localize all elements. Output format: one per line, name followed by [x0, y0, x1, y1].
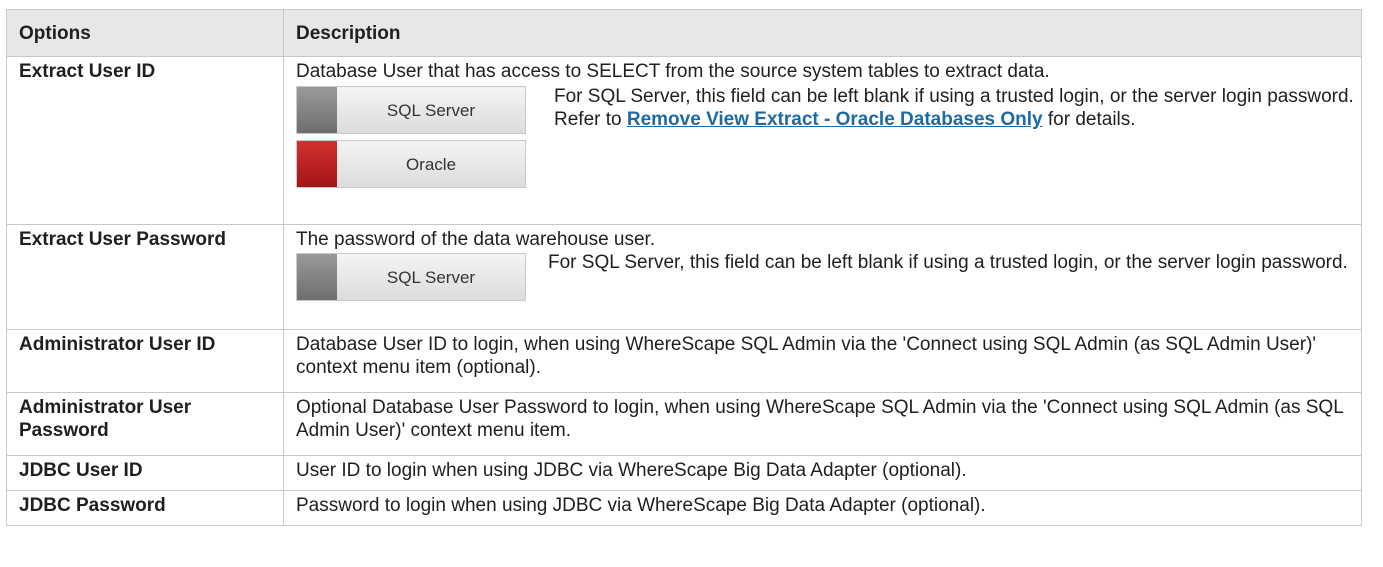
table-row: Administrator User ID Database User ID t… — [6, 329, 1362, 393]
table-row: JDBC User ID User ID to login when using… — [6, 455, 1362, 491]
description-administrator-user-password: Optional Database User Password to login… — [283, 392, 1362, 456]
option-jdbc-user-id: JDBC User ID — [6, 455, 284, 491]
oracle-note: Refer to Remove View Extract - Oracle Da… — [554, 108, 1355, 131]
header-options: Options — [6, 9, 284, 57]
table-row: JDBC Password Password to login when usi… — [6, 490, 1362, 526]
platform-notes: SQL Server Oracle For SQL Server, this f… — [296, 83, 1355, 188]
sql-server-badge: SQL Server — [296, 253, 526, 301]
platform-notes-text: For SQL Server, this field can be left b… — [548, 251, 1355, 274]
description-administrator-user-id: Database User ID to login, when using Wh… — [283, 329, 1362, 393]
table-row: Extract User ID Database User that has a… — [6, 56, 1362, 225]
platform-notes: SQL Server For SQL Server, this field ca… — [296, 251, 1355, 301]
sql-server-swatch — [297, 87, 337, 133]
description-extract-user-id: Database User that has access to SELECT … — [283, 56, 1362, 225]
refer-suffix: for details. — [1042, 109, 1136, 130]
platform-badges: SQL Server — [296, 251, 526, 301]
sql-server-badge-label: SQL Server — [386, 100, 476, 120]
description-text: The password of the data warehouse user. — [296, 229, 656, 250]
description-extract-user-password: The password of the data warehouse user.… — [283, 224, 1362, 330]
option-extract-user-password: Extract User Password — [6, 224, 284, 330]
remove-view-extract-link[interactable]: Remove View Extract - Oracle Databases O… — [627, 109, 1043, 130]
description-text: Database User that has access to SELECT … — [296, 61, 1050, 82]
oracle-swatch — [297, 141, 337, 187]
oracle-badge-label: Oracle — [405, 154, 457, 174]
description-jdbc-user-id: User ID to login when using JDBC via Whe… — [283, 455, 1362, 491]
option-administrator-user-id: Administrator User ID — [6, 329, 284, 393]
sql-server-note: For SQL Server, this field can be left b… — [554, 86, 1354, 107]
oracle-badge: Oracle — [296, 140, 526, 188]
sql-server-note: For SQL Server, this field can be left b… — [548, 252, 1348, 273]
header-description: Description — [283, 9, 1362, 57]
option-jdbc-password: JDBC Password — [6, 490, 284, 526]
option-administrator-user-password: Administrator User Password — [6, 392, 284, 456]
description-jdbc-password: Password to login when using JDBC via Wh… — [283, 490, 1362, 526]
header-row: Options Description — [6, 9, 1362, 57]
sql-server-badge-label: SQL Server — [386, 267, 476, 287]
table-row: Administrator User Password Optional Dat… — [6, 392, 1362, 456]
refer-prefix: Refer to — [554, 109, 627, 130]
sql-server-swatch — [297, 254, 337, 300]
platform-notes-text: For SQL Server, this field can be left b… — [548, 83, 1355, 131]
platform-badges: SQL Server Oracle — [296, 83, 526, 188]
options-table: Options Description Extract User ID Data… — [6, 9, 1362, 526]
table-row: Extract User Password The password of th… — [6, 224, 1362, 330]
option-extract-user-id: Extract User ID — [6, 56, 284, 225]
sql-server-badge: SQL Server — [296, 86, 526, 134]
